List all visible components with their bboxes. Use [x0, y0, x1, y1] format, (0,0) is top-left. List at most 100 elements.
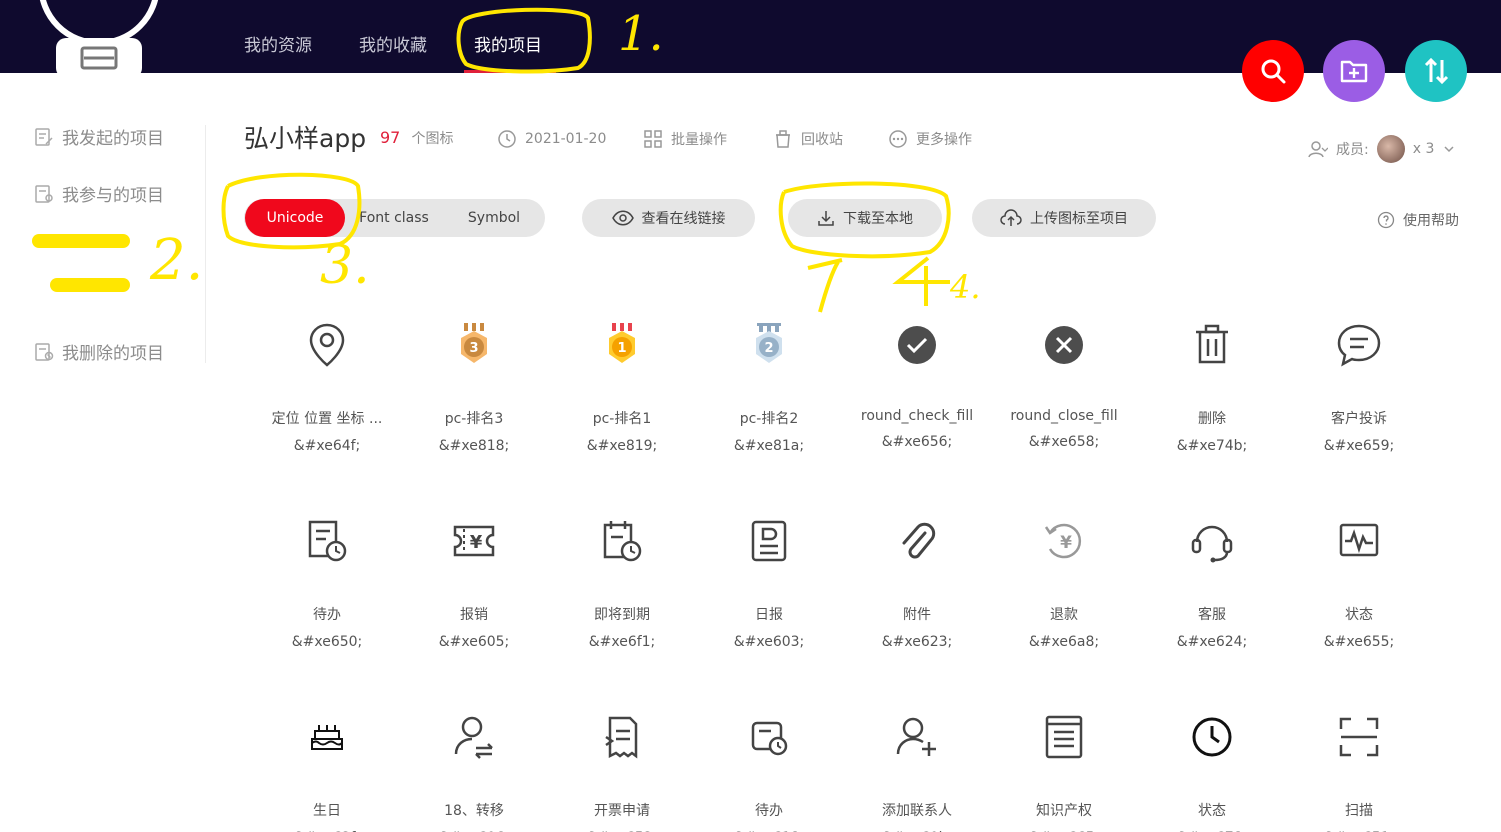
sidebar-item-deleted[interactable]: 我删除的项目	[34, 339, 164, 364]
icon-card[interactable]: 3 pc-排名3 &#xe818;	[409, 318, 539, 454]
icon-card[interactable]: 知识产权&#xe665;	[999, 710, 1129, 832]
icon-card[interactable]: ¥ 退款 &#xe6a8;	[999, 514, 1129, 650]
chat-bubble-icon	[1294, 318, 1424, 372]
icon-name: 删除	[1198, 411, 1226, 427]
clock-outline-icon	[498, 130, 516, 148]
sidebar-item-joined[interactable]: 我参与的项目	[34, 181, 164, 206]
icon-name: 报销	[460, 607, 488, 623]
new-folder-button[interactable]	[1323, 40, 1385, 102]
doc-edit-icon	[35, 127, 53, 146]
members-dropdown[interactable]: 成员: x 3	[1308, 135, 1456, 163]
icon-card[interactable]: 1 pc-排名1 &#xe819;	[557, 318, 687, 454]
icon-unicode[interactable]: &#xe74b;	[1147, 438, 1277, 454]
icon-unicode[interactable]: &#xe624;	[1147, 634, 1277, 650]
more-operations-button[interactable]: 更多操作	[888, 129, 972, 149]
tab-symbol[interactable]: Symbol	[449, 199, 539, 237]
icon-card[interactable]: 待办 &#xe650;	[262, 514, 392, 650]
todo-clock-icon	[704, 710, 834, 764]
download-local-label: 下载至本地	[843, 211, 913, 227]
icon-unicode[interactable]: &#xe656;	[852, 434, 982, 450]
icon-name: 生日	[313, 803, 341, 819]
icon-unicode[interactable]: &#xe658;	[999, 434, 1129, 450]
doc-user-icon	[35, 184, 53, 203]
location-icon	[262, 318, 392, 372]
batch-operation-button[interactable]: 批量操作	[643, 129, 727, 149]
icon-unicode[interactable]: &#xe6a8;	[999, 634, 1129, 650]
tab-font-class[interactable]: Font class	[349, 199, 439, 237]
sidebar-item-initiated[interactable]: 我发起的项目	[34, 124, 164, 149]
view-online-link-label: 查看在线链接	[641, 211, 726, 227]
icon-unicode[interactable]: &#xe659;	[1294, 438, 1424, 454]
icon-card[interactable]: 附件 &#xe623;	[852, 514, 982, 650]
icon-name: 开票申请	[594, 803, 650, 819]
icon-unicode[interactable]: &#xe819;	[557, 438, 687, 454]
icon-count: 97 个图标	[380, 128, 453, 148]
icon-card[interactable]: 定位 位置 坐标 ... &#xe64f;	[262, 318, 392, 454]
icon-card[interactable]: 状态 &#xe655;	[1294, 514, 1424, 650]
check-circle-icon	[852, 318, 982, 372]
tab-unicode[interactable]: Unicode	[245, 199, 345, 237]
help-link[interactable]: 使用帮助	[1377, 210, 1459, 230]
icon-unicode[interactable]: &#xe655;	[1294, 634, 1424, 650]
icon-card[interactable]: ¥ 报销 &#xe605;	[409, 514, 539, 650]
icon-card[interactable]: round_check_fill &#xe656;	[852, 318, 982, 450]
avatar	[1376, 135, 1405, 163]
headset-icon	[1147, 514, 1277, 568]
icon-name: 18、转移	[444, 803, 504, 819]
icon-name: 添加联系人	[882, 803, 952, 819]
icon-unicode[interactable]: &#xe6f1;	[557, 634, 687, 650]
icon-card[interactable]: 即将到期 &#xe6f1;	[557, 514, 687, 650]
icon-card[interactable]: 2 pc-排名2 &#xe81a;	[704, 318, 834, 454]
icon-card[interactable]: 18、转移&#xe606;	[409, 710, 539, 832]
icon-card[interactable]: round_close_fill &#xe658;	[999, 318, 1129, 450]
upload-icon-button[interactable]: 上传图标至项目	[972, 199, 1156, 237]
nav-my-projects[interactable]: 我的项目	[474, 31, 542, 56]
icon-card[interactable]: 删除 &#xe74b;	[1147, 318, 1277, 454]
nav-active-underline	[464, 70, 556, 73]
svg-text:¥: ¥	[470, 532, 483, 553]
icon-unicode[interactable]: &#xe603;	[704, 634, 834, 650]
icon-unicode[interactable]: &#xe623;	[852, 634, 982, 650]
icon-name: round_check_fill	[860, 408, 974, 424]
svg-text:1: 1	[617, 341, 626, 356]
icon-unicode[interactable]: &#xe818;	[409, 438, 539, 454]
sidebar-item-label: 我删除的项目	[62, 344, 164, 364]
icon-unicode[interactable]: &#xe64f;	[262, 438, 392, 454]
icon-name: 客户投诉	[1331, 411, 1387, 427]
icon-unicode[interactable]: &#xe650;	[262, 634, 392, 650]
sort-button[interactable]	[1405, 40, 1467, 102]
icon-card[interactable]: 添加联系人&#xe60b;	[852, 710, 982, 832]
icon-unicode[interactable]: &#xe605;	[409, 634, 539, 650]
members-label: 成员:	[1336, 142, 1369, 158]
icon-name: 待办	[755, 803, 783, 819]
astronaut-logo-icon[interactable]	[34, 0, 164, 73]
download-local-button[interactable]: 下载至本地	[788, 199, 942, 237]
ip-book-icon	[999, 710, 1129, 764]
members-icon	[1308, 141, 1328, 158]
batch-operation-label: 批量操作	[671, 132, 727, 148]
nav-my-favorites[interactable]: 我的收藏	[359, 31, 427, 56]
icon-card[interactable]: 扫描&#xe651;	[1294, 710, 1424, 832]
medal-1-icon: 1	[557, 318, 687, 372]
icon-count-number: 97	[380, 128, 401, 147]
recycle-bin-button[interactable]: 回收站	[773, 129, 843, 149]
cake-icon	[262, 710, 392, 764]
icon-card[interactable]: 待办&#xe618;	[704, 710, 834, 832]
icon-card[interactable]: 开票申请&#xe652;	[557, 710, 687, 832]
icon-card[interactable]: 状态&#xe678;	[1147, 710, 1277, 832]
sidebar-item-label: 我发起的项目	[62, 129, 164, 149]
icon-card[interactable]: 生日&#xe62f;	[262, 710, 392, 832]
annotation-4: 4.	[950, 268, 981, 306]
icon-card[interactable]: 客服 &#xe624;	[1147, 514, 1277, 650]
icon-name: 待办	[313, 607, 341, 623]
chevron-down-icon	[1444, 146, 1454, 153]
search-button[interactable]	[1242, 40, 1304, 102]
nav-my-resources[interactable]: 我的资源	[244, 31, 312, 56]
icon-card[interactable]: 日报 &#xe603;	[704, 514, 834, 650]
view-online-link-button[interactable]: 查看在线链接	[582, 199, 755, 237]
icon-card[interactable]: 客户投诉 &#xe659;	[1294, 318, 1424, 454]
recycle-bin-label: 回收站	[801, 132, 843, 148]
icon-unicode[interactable]: &#xe81a;	[704, 438, 834, 454]
icon-name: 知识产权	[1036, 803, 1092, 819]
icon-name: 状态	[1345, 607, 1373, 623]
